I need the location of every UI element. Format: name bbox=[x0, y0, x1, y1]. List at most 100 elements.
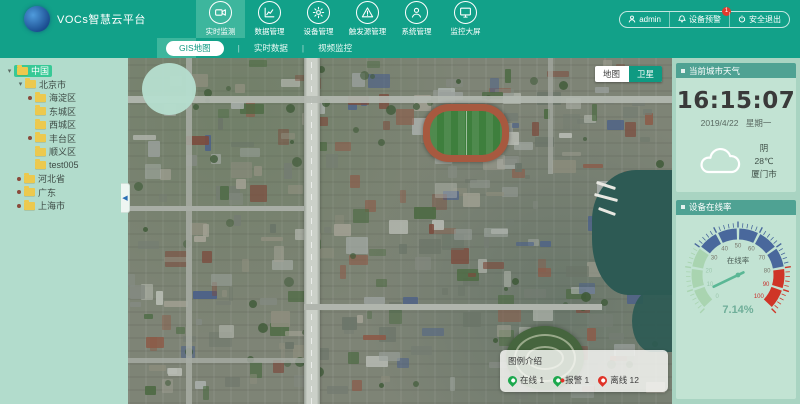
map-building bbox=[532, 122, 539, 136]
map-building bbox=[281, 133, 295, 139]
folder-icon bbox=[35, 148, 46, 156]
tree-label: 丰台区 bbox=[49, 132, 76, 145]
tab-video-monitor[interactable]: 视频监控 bbox=[318, 42, 352, 54]
map-building bbox=[144, 314, 153, 319]
map-building bbox=[497, 325, 511, 337]
device-alerts-button[interactable]: 设备预警 1 bbox=[669, 12, 729, 27]
logout-label: 安全退出 bbox=[749, 14, 781, 25]
app-window: VOCs智慧云平台 实时监测数据管理设备管理触发源管理系统管理监控大屏 admi… bbox=[0, 0, 800, 404]
bell-icon bbox=[678, 15, 686, 23]
user-menu[interactable]: admin bbox=[620, 12, 669, 27]
svg-text:100: 100 bbox=[754, 293, 765, 299]
selected-node: 中国 bbox=[14, 65, 52, 77]
tree-node-广东[interactable]: 广东 bbox=[0, 186, 128, 200]
map-building bbox=[352, 380, 362, 391]
map-building bbox=[389, 220, 408, 234]
map-building bbox=[218, 109, 229, 118]
map-building bbox=[133, 135, 156, 140]
nav-label: 系统管理 bbox=[402, 26, 432, 37]
water-area bbox=[592, 170, 672, 295]
map-building bbox=[435, 183, 457, 198]
map-building bbox=[414, 207, 436, 219]
nav-item-6[interactable]: 监控大屏 bbox=[441, 0, 490, 38]
map-building bbox=[271, 311, 290, 327]
online-rate-card-title: 设备在线率 bbox=[689, 201, 732, 213]
map-building bbox=[515, 163, 522, 172]
tab-gis-map[interactable]: GIS地图 bbox=[166, 41, 224, 56]
date-line: 2019/4/22 星期一 bbox=[676, 117, 796, 129]
map-tree bbox=[559, 81, 568, 90]
svg-text:在线率: 在线率 bbox=[727, 255, 750, 265]
map-building bbox=[164, 301, 188, 307]
tab-realtime-data[interactable]: 实时数据 bbox=[254, 42, 288, 54]
map-building bbox=[211, 274, 232, 286]
tree-bullet-icon bbox=[28, 136, 32, 140]
expand-arrow-icon[interactable]: ▾ bbox=[16, 80, 25, 88]
tree-node-海淀区[interactable]: 海淀区 bbox=[0, 91, 128, 105]
map-building bbox=[383, 121, 390, 130]
nav-item-1[interactable]: 实时监测 bbox=[196, 0, 245, 38]
map-building bbox=[450, 377, 455, 391]
map-tree bbox=[504, 287, 508, 291]
map-type-toggle: 地图 卫星 bbox=[595, 66, 662, 82]
map-tree bbox=[226, 86, 231, 91]
map-building bbox=[342, 317, 357, 330]
sidebar-collapse-handle[interactable]: ◀ bbox=[121, 183, 130, 213]
tree-node-东城区[interactable]: 东城区 bbox=[0, 105, 128, 119]
map-building bbox=[589, 314, 613, 327]
nav-label: 监控大屏 bbox=[451, 26, 481, 37]
tree-node-西城区[interactable]: 西城区 bbox=[0, 118, 128, 132]
svg-text:0: 0 bbox=[715, 293, 719, 299]
legend-item-离线[interactable]: 离线 12 bbox=[598, 374, 639, 386]
nav-item-4[interactable]: 触发源管理 bbox=[343, 0, 392, 38]
map-building bbox=[340, 265, 346, 279]
map-building bbox=[234, 215, 241, 226]
sports-field bbox=[423, 104, 509, 162]
tree-label: 中国 bbox=[31, 64, 49, 77]
map-building bbox=[168, 368, 182, 376]
gis-map[interactable]: 地图 卫星 图例介绍 在线 1报警 1离线 12 bbox=[128, 58, 672, 404]
folder-icon bbox=[35, 121, 46, 129]
map-tree bbox=[286, 104, 295, 113]
map-building bbox=[326, 154, 338, 168]
alert-icon bbox=[356, 1, 379, 24]
map-building bbox=[369, 249, 386, 256]
nav-item-3[interactable]: 设备管理 bbox=[294, 0, 343, 38]
map-building bbox=[162, 315, 171, 330]
map-building bbox=[242, 259, 249, 272]
legend-items: 在线 1 报警 1 离线 12 bbox=[508, 374, 660, 386]
weather-condition: 阴 bbox=[751, 142, 777, 155]
map-building bbox=[288, 185, 303, 194]
nav-item-2[interactable]: 数据管理 bbox=[245, 0, 294, 38]
folder-icon bbox=[35, 107, 46, 115]
folder-icon bbox=[17, 67, 28, 75]
water-area bbox=[632, 290, 672, 352]
nav-label: 触发源管理 bbox=[349, 26, 387, 37]
user-icon bbox=[405, 1, 428, 24]
map-type-map-button[interactable]: 地图 bbox=[595, 66, 628, 82]
map-building bbox=[261, 237, 283, 241]
nav-item-5[interactable]: 系统管理 bbox=[392, 0, 441, 38]
map-building bbox=[231, 102, 244, 109]
folder-icon bbox=[35, 134, 46, 142]
tree-node-上海市[interactable]: 上海市 bbox=[0, 199, 128, 213]
tree-node-顺义区[interactable]: 顺义区 bbox=[0, 145, 128, 159]
map-building bbox=[220, 186, 229, 200]
tree-node-test005[interactable]: test005 bbox=[0, 159, 128, 173]
legend-item-在线[interactable]: 在线 1 bbox=[508, 374, 544, 386]
tree-node-北京市[interactable]: ▾北京市 bbox=[0, 78, 128, 92]
legend-item-报警[interactable]: 报警 1 bbox=[553, 374, 589, 386]
tree-node-河北省[interactable]: 河北省 bbox=[0, 172, 128, 186]
folder-icon bbox=[24, 188, 35, 196]
tree-node-丰台区[interactable]: 丰台区 bbox=[0, 132, 128, 146]
map-type-satellite-button[interactable]: 卫星 bbox=[628, 66, 662, 82]
map-building bbox=[429, 224, 434, 234]
map-building bbox=[357, 315, 363, 323]
logout-button[interactable]: 安全退出 bbox=[729, 12, 789, 27]
expand-arrow-icon[interactable]: ▾ bbox=[5, 67, 14, 75]
map-building bbox=[607, 120, 624, 130]
top-header: VOCs智慧云平台 实时监测数据管理设备管理触发源管理系统管理监控大屏 admi… bbox=[0, 0, 800, 38]
map-highlight-circle bbox=[142, 63, 196, 115]
map-building bbox=[363, 335, 386, 340]
tree-node-中国[interactable]: ▾ 中国 bbox=[0, 64, 128, 78]
